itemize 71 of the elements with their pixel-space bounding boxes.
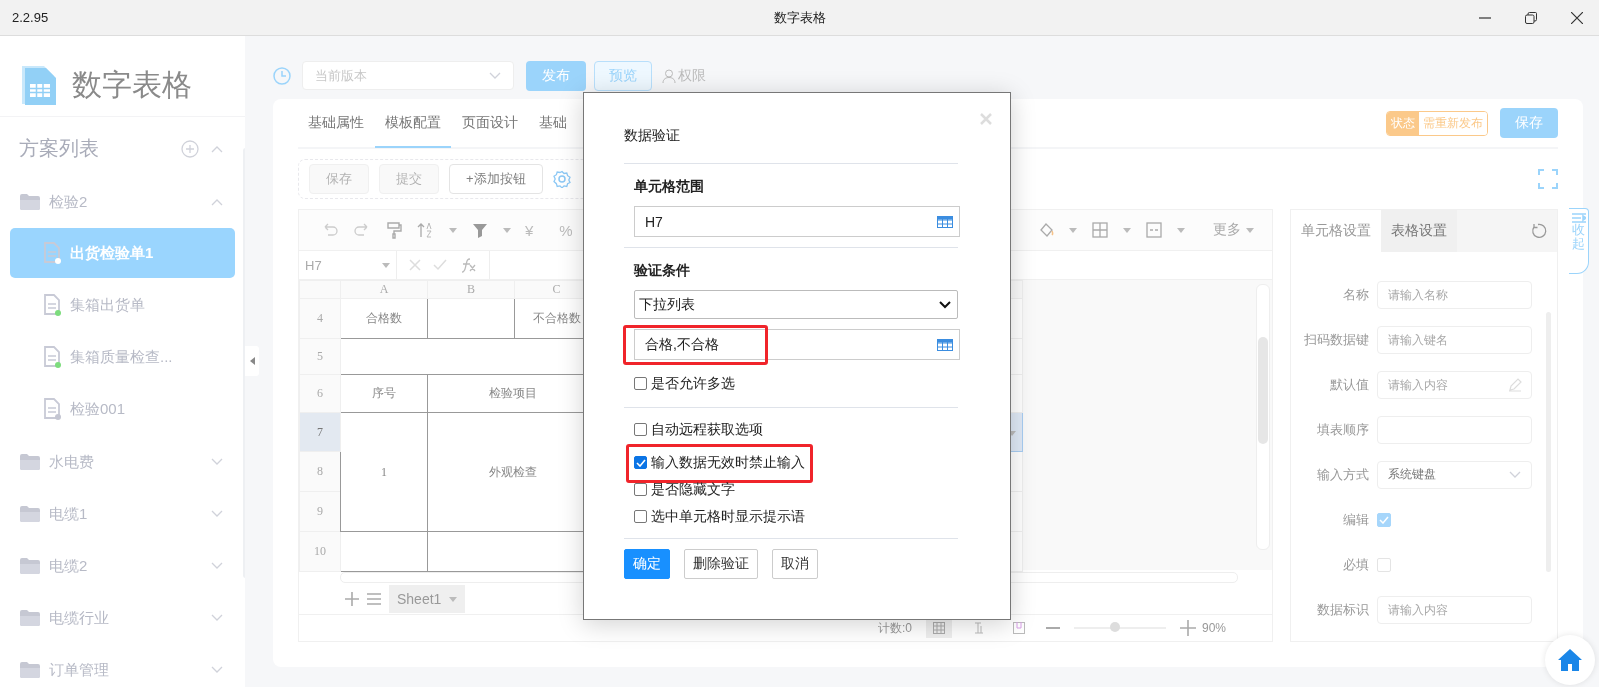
input-field[interactable]: H7 — [634, 206, 960, 237]
row-header[interactable]: 6 — [299, 374, 341, 413]
dialog-button[interactable]: 取消 — [772, 549, 818, 579]
tab[interactable]: 基础 — [529, 100, 577, 148]
confirm-button[interactable]: 确定 — [624, 549, 670, 579]
zoom-percentage: 90% — [1201, 621, 1226, 635]
tab[interactable]: 页面设计 — [452, 100, 528, 148]
dialog-title: 数据验证 — [624, 127, 680, 143]
name-box[interactable]: H7 — [305, 257, 322, 273]
count-label: 计数:0 — [877, 619, 912, 637]
input-field[interactable]: 请输入键名 — [1377, 325, 1532, 354]
save-button[interactable]: 保存 — [1500, 108, 1558, 138]
row-header[interactable]: 10 — [299, 531, 341, 572]
field-label: 输入方式 — [1316, 465, 1370, 484]
folder-item[interactable]: 电缆行业 — [0, 592, 245, 644]
preview-button[interactable]: 预览 — [594, 60, 652, 91]
window-title: 数字表格 — [773, 9, 826, 25]
checkbox-label: 是否隐藏文字 — [651, 480, 735, 499]
table-cell: 序号 — [340, 374, 428, 413]
sheet-item[interactable]: 检验001 — [10, 384, 235, 434]
checkbox-label: 选中单元格时显示提示语 — [651, 507, 805, 526]
tab[interactable]: 单元格设置 — [1291, 210, 1381, 252]
field-label: 必填 — [1342, 555, 1370, 574]
dialog-button[interactable]: 删除验证 — [684, 549, 758, 579]
input-field[interactable]: 请输入内容 — [1377, 595, 1532, 624]
collapse-tab[interactable]: 收起 — [1569, 208, 1589, 274]
select-field[interactable]: 下拉列表 — [634, 290, 958, 319]
folder-item[interactable]: 电缆2 — [0, 540, 245, 592]
column-header[interactable]: A — [340, 280, 428, 299]
more-menu[interactable]: 更多 — [1213, 221, 1241, 239]
row-header[interactable]: 7 — [299, 412, 341, 452]
sheet-item[interactable]: 集箱质量检查... — [10, 332, 235, 382]
row-header[interactable]: 8 — [299, 451, 341, 492]
app-name: 数字表格 — [72, 66, 192, 103]
tab[interactable]: 基础属性 — [298, 100, 374, 148]
column-header[interactable]: B — [427, 280, 515, 299]
action-button[interactable]: +添加按钮 — [449, 164, 543, 194]
section-heading: 验证条件 — [634, 262, 691, 280]
checkbox-label: 是否允许多选 — [651, 374, 735, 393]
folder-item[interactable]: 水电费 — [0, 436, 245, 488]
field-label: 数据标识 — [1316, 600, 1370, 619]
folder-item[interactable]: 电缆1 — [0, 488, 245, 540]
currency-button[interactable]: ¥ — [525, 221, 534, 239]
checkbox-label: 输入数据无效时禁止输入 — [651, 453, 805, 472]
folder-item[interactable]: 订单管理 — [0, 644, 245, 687]
field-label: 默认值 — [1329, 375, 1370, 394]
field-label: 扫码数据键 — [1303, 330, 1370, 349]
section-heading: 单元格范围 — [634, 178, 705, 196]
sheet-tab[interactable]: Sheet1 — [389, 585, 466, 613]
folder-item[interactable]: 检验2 — [0, 176, 245, 228]
tab[interactable]: 表格设置 — [1381, 210, 1457, 252]
input-field[interactable]: 合格,不合格 — [634, 329, 960, 360]
field-label: 名称 — [1342, 285, 1370, 304]
field-label: 编辑 — [1342, 510, 1370, 529]
row-header[interactable]: 4 — [299, 298, 341, 339]
sheet-item[interactable]: 集箱出货单 — [10, 280, 235, 330]
table-cell: 合格数 — [340, 298, 428, 339]
select-field[interactable]: 系统键盘 — [1377, 460, 1532, 489]
percent-button[interactable]: % — [559, 221, 573, 239]
sheet-item[interactable]: 出货检验单1 — [10, 228, 235, 278]
checkbox-label: 自动远程获取选项 — [651, 420, 763, 439]
section-title: 方案列表 — [19, 136, 100, 161]
tab[interactable]: 模板配置 — [375, 100, 451, 148]
publish-button[interactable]: 发布 — [526, 60, 586, 91]
input-field[interactable]: 请输入内容 — [1377, 370, 1532, 399]
field-label: 填表顺序 — [1316, 420, 1370, 439]
row-header[interactable]: 5 — [299, 338, 341, 375]
row-header[interactable]: 9 — [299, 491, 341, 532]
status-badge: 状态 需重新发布 — [1386, 110, 1488, 136]
input-field[interactable]: 请输入名称 — [1377, 280, 1532, 309]
version-label: 2.2.95 — [11, 10, 49, 25]
